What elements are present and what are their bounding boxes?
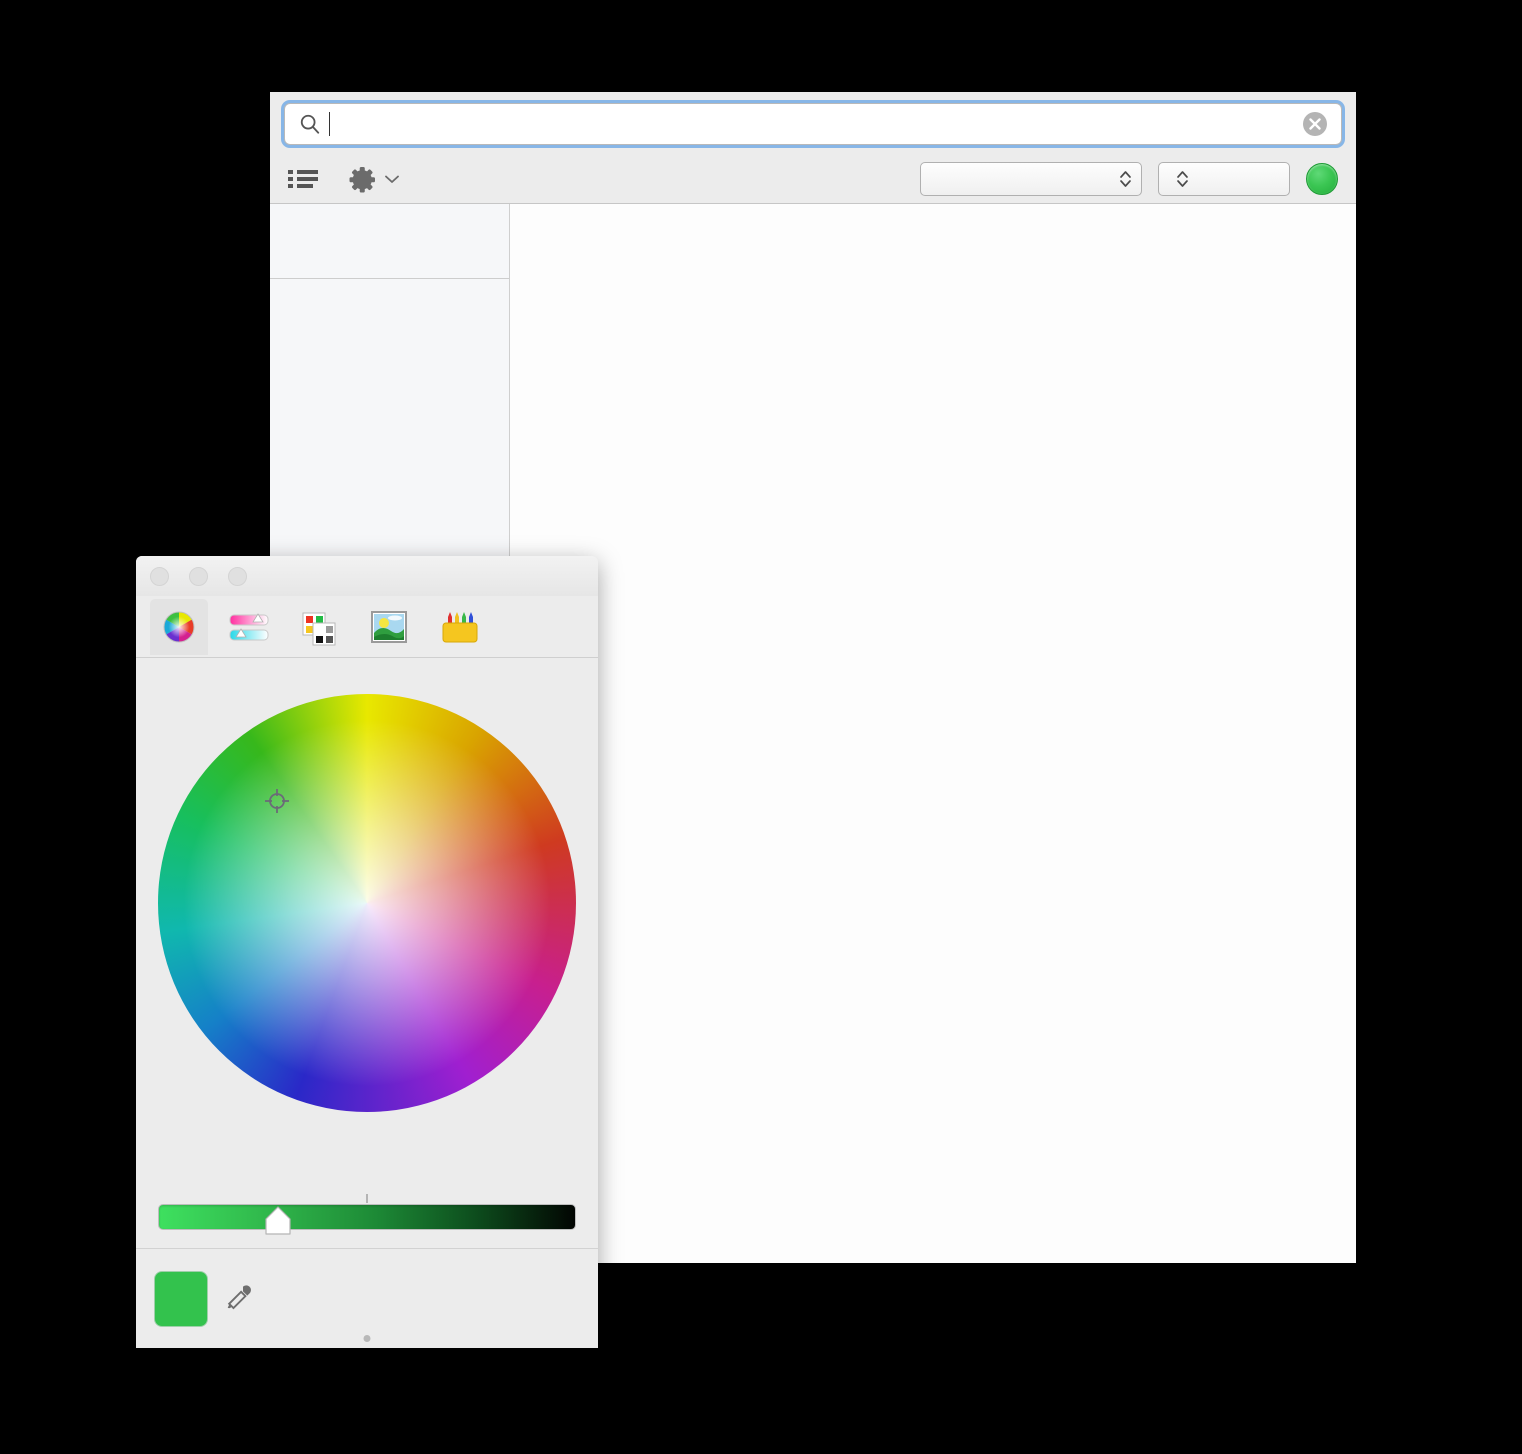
close-button[interactable] <box>150 566 169 586</box>
current-color-swatch[interactable] <box>154 1270 208 1327</box>
sidebar-item-new[interactable] <box>270 230 509 242</box>
sidebar-separator <box>270 278 509 279</box>
traffic-lights <box>150 566 247 586</box>
minimize-button[interactable] <box>189 566 208 586</box>
icon-grid-area[interactable] <box>510 204 1356 1263</box>
brightness-slider[interactable] <box>158 1194 576 1240</box>
crosshair-marker-icon[interactable] <box>263 787 291 815</box>
colors-panel <box>136 556 598 1348</box>
text-caret <box>329 111 330 136</box>
sidebar-item-animals[interactable] <box>270 303 509 315</box>
toolbar-right-group <box>920 162 1338 196</box>
gear-menu-button[interactable] <box>348 164 399 194</box>
brightness-track[interactable] <box>158 1204 576 1230</box>
toolbar <box>270 155 1356 204</box>
sidebar-item-astrology[interactable] <box>270 327 509 339</box>
saved-swatches-grid <box>270 1273 598 1325</box>
sidebar-item-alphabet[interactable] <box>270 291 509 303</box>
color-wheel[interactable] <box>158 694 576 1112</box>
color-swatch-button[interactable] <box>1306 163 1338 195</box>
search-icon <box>300 114 320 134</box>
colors-footer <box>136 1248 598 1348</box>
color-wheel-icon <box>163 611 195 642</box>
sidebar-item-arrows[interactable] <box>270 315 509 327</box>
search-bar-row <box>270 92 1356 155</box>
eyedropper-icon[interactable] <box>222 1282 254 1316</box>
color-sliders-tab[interactable] <box>220 599 278 655</box>
zoom-button[interactable] <box>228 566 247 586</box>
list-view-icon[interactable] <box>288 168 318 190</box>
sidebar-item-all-icons[interactable] <box>270 218 509 230</box>
up-down-chevron-icon <box>1177 171 1188 187</box>
format-select[interactable] <box>1158 162 1290 196</box>
sidebar-item-used[interactable] <box>270 254 509 266</box>
sliders-icon <box>229 612 269 640</box>
color-palettes-tab[interactable] <box>290 599 348 655</box>
colors-body <box>136 658 598 1348</box>
color-wheel-wrap <box>158 694 576 1112</box>
crayons-icon <box>442 611 478 642</box>
palettes-icon <box>302 612 336 645</box>
colors-tab-bar <box>136 596 598 658</box>
os-version-select[interactable] <box>920 162 1142 196</box>
gear-icon <box>349 167 375 193</box>
page-indicator-dot <box>363 1335 371 1342</box>
crayons-tab[interactable] <box>430 599 488 655</box>
chevron-down-icon <box>385 175 399 183</box>
clear-circle-icon[interactable] <box>1302 111 1328 137</box>
sidebar-item-randomized[interactable] <box>270 242 509 254</box>
color-wheel-tab[interactable] <box>150 598 208 655</box>
image-palette-icon <box>371 610 407 643</box>
image-palettes-tab[interactable] <box>360 599 418 655</box>
colors-titlebar[interactable] <box>136 556 598 596</box>
search-input[interactable] <box>284 102 1342 145</box>
brightness-knob[interactable] <box>265 1206 291 1236</box>
toolbar-left-group <box>288 164 399 194</box>
screen <box>0 0 1522 1454</box>
up-down-chevron-icon <box>1120 171 1131 187</box>
slider-tick <box>366 1194 368 1203</box>
